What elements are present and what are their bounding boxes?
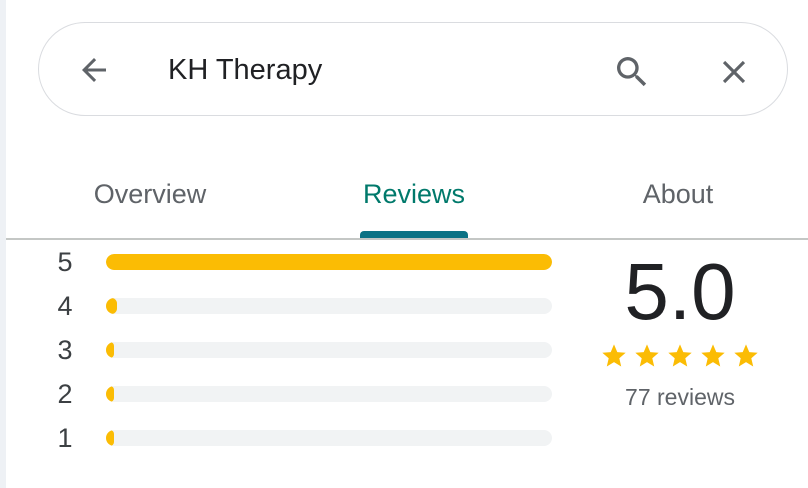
tab-reviews[interactable]: Reviews [340, 172, 488, 216]
rating-row-4[interactable]: 4 [50, 290, 560, 322]
star-icon [668, 344, 692, 367]
magnifier-icon [617, 57, 647, 87]
star-icon [734, 344, 758, 367]
rating-row-1[interactable]: 1 [50, 422, 560, 454]
rating-bar-track [106, 298, 552, 314]
rating-row-2[interactable]: 2 [50, 378, 560, 410]
rating-bar-fill [106, 386, 114, 402]
rating-bar-fill [106, 430, 114, 446]
active-tab-indicator [360, 231, 468, 238]
search-button[interactable] [608, 50, 656, 94]
rating-row-label: 5 [57, 247, 73, 277]
tab-about[interactable]: About [618, 172, 738, 216]
rating-row-5[interactable]: 5 [50, 246, 560, 278]
average-rating: 5.0 [624, 247, 736, 336]
clear-search-button[interactable] [712, 50, 756, 94]
search-input[interactable]: KH Therapy [168, 50, 568, 90]
star-icon [635, 344, 659, 367]
star-icon [701, 344, 725, 367]
rating-stars [600, 342, 760, 370]
tab-divider [6, 238, 808, 240]
rating-row-label: 1 [57, 423, 73, 453]
rating-bar-track [106, 430, 552, 446]
left-edge-strip [0, 0, 6, 488]
rating-row-label: 4 [57, 291, 73, 321]
rating-bar-track [106, 254, 552, 270]
rating-row-label: 3 [57, 335, 73, 365]
rating-bar-track [106, 386, 552, 402]
rating-row-3[interactable]: 3 [50, 334, 560, 366]
rating-bar-fill [106, 254, 552, 270]
review-count-link[interactable]: 77 reviews [600, 382, 760, 412]
tab-overview[interactable]: Overview [80, 172, 220, 216]
rating-bar-fill [106, 298, 117, 314]
rating-bar-track [106, 342, 552, 358]
rating-row-label: 2 [57, 379, 73, 409]
arrow-left-icon [82, 58, 106, 82]
rating-bar-fill [106, 342, 114, 358]
back-button[interactable] [74, 48, 114, 92]
star-icon [602, 344, 626, 367]
place-reviews-panel: KH Therapy Overview Reviews About 5 4 3 … [0, 0, 808, 488]
close-x-icon [722, 60, 746, 84]
